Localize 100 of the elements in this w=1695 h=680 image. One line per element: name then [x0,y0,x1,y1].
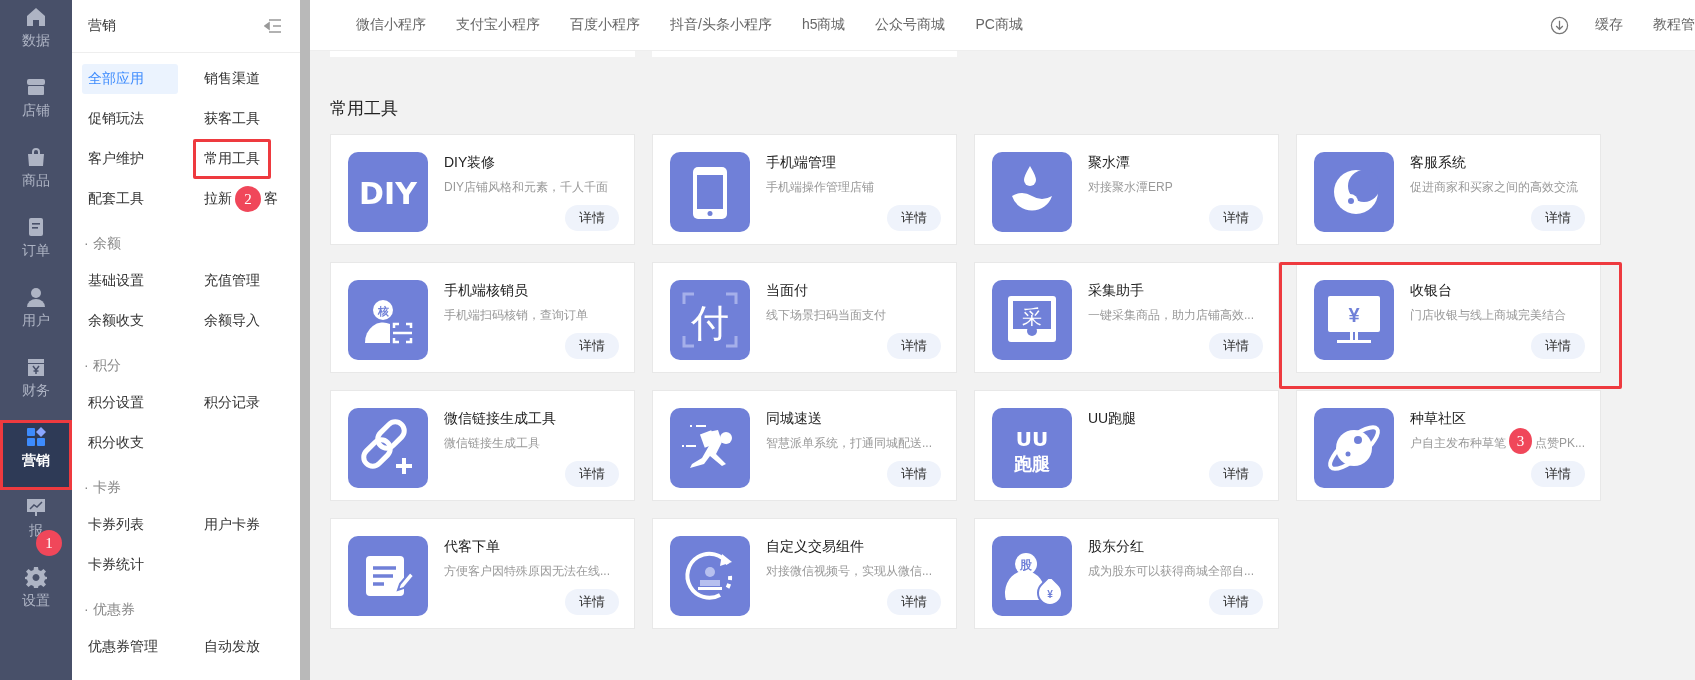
smartphone-icon [670,152,750,232]
nav-item[interactable]: 店铺 [0,70,72,140]
card-title: 收银台 [1410,282,1453,300]
details-button[interactable]: 详情 [1209,589,1263,615]
details-button[interactable]: 详情 [887,205,941,231]
card-title: DIY装修 [444,154,497,172]
card-title: 聚水潭 [1088,154,1131,172]
details-button[interactable]: 详情 [887,461,941,487]
app-card[interactable]: 自定义交易组件 对接微信视频号，实现从微信... 详情 [652,518,957,629]
menu-item[interactable]: 促销玩法 [82,104,150,134]
menu-item[interactable]: 拉新 2 客 [198,184,284,214]
menu-item[interactable]: 积分设置 [82,388,150,418]
app-card[interactable]: 种草社区 户自主发布种草笔 3 点赞PK... 详情 [1296,390,1601,501]
card-title: 采集助手 [1088,282,1145,300]
monitor-text-icon: 采 [992,280,1072,360]
app-card[interactable]: DIY DIY装修 DIY店铺风格和元素，千人千面 详情 [330,134,635,245]
card-description: 对接聚水潭ERP [1088,178,1173,196]
nav-item[interactable]: 财务 [0,350,72,420]
details-button[interactable]: 详情 [1531,333,1585,359]
menu-item[interactable]: 余额导入 [198,306,266,336]
card-title: 代客下单 [444,538,501,556]
card-description: 户自主发布种草笔 [1410,434,1506,452]
menu-item[interactable]: 优惠券管理 [82,632,164,662]
app-card[interactable]: 代客下单 方便客户因特殊原因无法在线... 详情 [330,518,635,629]
toolbar-link[interactable]: 缓存 [1595,16,1623,34]
nav-item[interactable]: 用户 [0,280,72,350]
menu-item[interactable]: 用户卡券 [198,510,266,540]
details-button[interactable]: 详情 [1531,205,1585,231]
details-button[interactable]: 详情 [1209,205,1263,231]
menu-item[interactable]: 客户维护 [82,144,150,174]
platform-tab[interactable]: PC商城 [975,16,1023,34]
card-description: 一键采集商品，助力店铺高效... [1088,306,1254,324]
chart-icon [25,496,47,518]
details-button[interactable]: 详情 [1209,461,1263,487]
card-description: 对接微信视频号，实现从微信... [766,562,932,580]
card-title: 股东分红 [1088,538,1145,556]
user-icon [25,286,47,308]
app-card[interactable]: 核 手机端核销员 手机端扫码核销，查询订单 详情 [330,262,635,373]
platform-tab[interactable]: 微信小程序 [356,16,426,34]
scan-pay-icon: 付 [670,280,750,360]
details-button[interactable]: 详情 [1209,333,1263,359]
download-icon[interactable] [1550,15,1569,35]
menu-item[interactable]: 自动发放 [198,632,266,662]
platform-tab[interactable]: 支付宝小程序 [456,16,540,34]
card-title: 手机端管理 [766,154,837,172]
app-card[interactable]: 同城速送 智慧派单系统，打通同城配送... 详情 [652,390,957,501]
nav-item[interactable]: 订单 [0,210,72,280]
app-card[interactable]: 微信链接生成工具 微信链接生成工具 详情 [330,390,635,501]
app-card[interactable]: 客服系统 促进商家和买家之间的高效交流 详情 [1296,134,1601,245]
section-heading: · 余额 [83,234,122,253]
note-pencil-icon [348,536,428,616]
card-title: 微信链接生成工具 [444,410,557,428]
app-card[interactable]: 手机端管理 手机端操作管理店铺 详情 [652,134,957,245]
menu-item[interactable]: 卡券列表 [82,510,150,540]
menu-item[interactable]: 积分记录 [198,388,266,418]
details-button[interactable]: 详情 [565,333,619,359]
nav-item[interactable]: 营销 [0,420,72,490]
menu-item[interactable]: 卡券统计 [82,550,150,580]
nav-item[interactable]: 设置 [0,560,72,630]
card-title: 手机端核销员 [444,282,529,300]
platform-tab[interactable]: 百度小程序 [570,16,640,34]
menu-item[interactable]: 配套工具 [82,184,150,214]
card-description: 门店收银与线上商城完美结合 [1410,306,1566,324]
sidebar-title: 营销 [88,17,116,35]
menu-collapse-icon[interactable] [264,18,282,34]
menu-item[interactable]: 基础设置 [82,266,150,296]
card-description: 手机端操作管理店铺 [766,178,874,196]
toolbar-link[interactable]: 教程管 [1653,16,1695,34]
card-title: 客服系统 [1410,154,1467,172]
platform-tab[interactable]: 抖音/头条小程序 [670,16,772,34]
card-title: 自定义交易组件 [766,538,865,556]
app-card[interactable]: 采 采集助手 一键采集商品，助力店铺高效... 详情 [974,262,1279,373]
app-card[interactable]: UU 跑腿 UU跑腿 详情 [974,390,1279,501]
app-card[interactable]: 聚水潭 对接聚水潭ERP 详情 [974,134,1279,245]
card-description: 微信链接生成工具 [444,434,540,452]
platform-tab[interactable]: h5商城 [801,16,846,34]
details-button[interactable]: 详情 [1531,461,1585,487]
menu-item[interactable]: 积分收支 [82,428,150,458]
app-card[interactable]: 付 当面付 线下场景扫码当面支付 详情 [652,262,957,373]
menu-item[interactable]: 余额收支 [82,306,150,336]
section-heading: · 优惠券 [83,600,136,619]
menu-item[interactable]: 充值管理 [198,266,266,296]
scrollbar[interactable] [300,0,310,680]
nav-item[interactable]: 商品 [0,140,72,210]
details-button[interactable]: 详情 [565,589,619,615]
menu-item[interactable]: 常用工具 [193,139,271,179]
details-button[interactable]: 详情 [565,461,619,487]
menu-item[interactable]: 销售渠道 [198,64,266,94]
nav-item[interactable]: 数据 [0,0,72,70]
details-button[interactable]: 详情 [887,589,941,615]
card-description: 点赞PK... [1535,434,1585,452]
menu-item[interactable]: 获客工具 [198,104,266,134]
card-description: 智慧派单系统，打通同城配送... [766,434,932,452]
details-button[interactable]: 详情 [565,205,619,231]
app-card[interactable]: 股 ¥ 股东分红 成为股东可以获得商城全部自... 详情 [974,518,1279,629]
card-title: 种草社区 [1410,410,1467,428]
card-description: 手机端扫码核销，查询订单 [444,306,588,324]
section-heading: · 积分 [83,356,122,375]
details-button[interactable]: 详情 [887,333,941,359]
platform-tab[interactable]: 公众号商城 [875,16,946,34]
